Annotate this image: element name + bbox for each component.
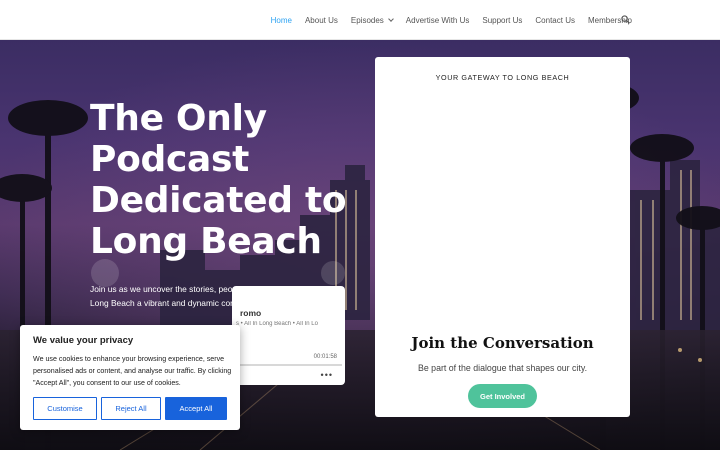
nav-advertise[interactable]: Advertise With Us bbox=[406, 16, 470, 25]
card-eyebrow: YOUR GATEWAY TO LONG BEACH bbox=[435, 73, 570, 82]
player-episode-title: romo bbox=[240, 308, 262, 318]
customise-button[interactable]: Customise bbox=[33, 397, 97, 420]
reject-all-button[interactable]: Reject All bbox=[101, 397, 161, 420]
nav-contact-label: Contact Us bbox=[535, 15, 575, 25]
gateway-card: YOUR GATEWAY TO LONG BEACH Join the Conv… bbox=[375, 57, 630, 417]
get-involved-button[interactable]: Get Involved bbox=[468, 384, 537, 408]
nav-support-label: Support Us bbox=[482, 15, 523, 25]
cookie-text: We use cookies to enhance your browsing … bbox=[33, 355, 232, 387]
accept-all-button[interactable]: Accept All bbox=[165, 397, 227, 420]
player-meta: s • All In Long Beach • All In Lo bbox=[236, 321, 318, 327]
podcast-player: romo s • All In Long Beach • All In Lo 0… bbox=[232, 286, 345, 385]
card-heading: Join the Conversation bbox=[411, 334, 594, 352]
player-duration: 00:01:58 bbox=[313, 354, 337, 360]
nav-contact-us[interactable]: Contact Us bbox=[535, 16, 575, 25]
nav-home-label: Home bbox=[270, 15, 292, 25]
cookie-consent-banner: We value your privacy We use cookies to … bbox=[20, 325, 240, 430]
nav-advertise-label: Advertise With Us bbox=[405, 15, 470, 25]
hero-title: The Only Podcast Dedicated to Long Beach bbox=[90, 98, 347, 262]
search-icon[interactable] bbox=[621, 15, 630, 24]
nav-about-us[interactable]: About Us bbox=[305, 16, 338, 25]
main-nav: Home About Us Episodes Advertise With Us… bbox=[271, 0, 632, 40]
nav-support-us[interactable]: Support Us bbox=[482, 16, 522, 25]
chevron-down-icon bbox=[387, 16, 394, 22]
nav-home[interactable]: Home bbox=[271, 16, 292, 25]
player-progress-track[interactable] bbox=[238, 364, 342, 366]
nav-about-label: About Us bbox=[304, 15, 338, 25]
site-header: Home About Us Episodes Advertise With Us… bbox=[0, 0, 720, 40]
nav-episodes[interactable]: Episodes bbox=[350, 15, 394, 25]
nav-episodes-label: Episodes bbox=[350, 15, 384, 25]
card-text: Be part of the dialogue that shapes our … bbox=[417, 363, 588, 373]
more-icon[interactable]: ••• bbox=[321, 371, 333, 380]
cookie-title: We value your privacy bbox=[33, 335, 134, 346]
